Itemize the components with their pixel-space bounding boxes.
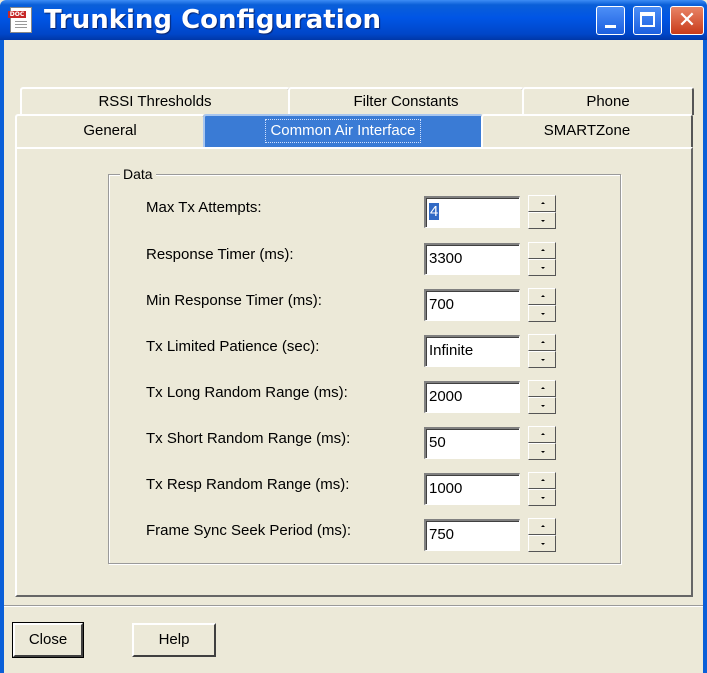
spin-down-button[interactable] [528, 535, 556, 552]
tab-common-air-interface[interactable]: Common Air Interface [203, 114, 483, 148]
field-value: 750 [429, 526, 455, 543]
spin-up-button[interactable] [528, 426, 556, 443]
tab-filter-constants[interactable]: Filter Constants [288, 87, 524, 115]
maximize-button[interactable] [633, 6, 662, 35]
spin-down-button[interactable] [528, 489, 556, 506]
tab-label: Common Air Interface [265, 119, 421, 143]
field-label-max-tx-attempts: Max Tx Attempts: [146, 199, 262, 216]
frame-sync-seek-period-spinner[interactable] [528, 518, 556, 552]
field-value: 3300 [429, 250, 463, 267]
close-window-button[interactable]: ✕ [670, 6, 704, 35]
spin-up-button[interactable] [528, 334, 556, 351]
title-bar[interactable]: DOC Trunking Configuration ✕ [0, 0, 707, 40]
arrow-up-icon [541, 479, 545, 481]
response-timer-input[interactable]: 3300 [424, 243, 520, 275]
tab-label: Phone [586, 93, 630, 110]
frame-sync-seek-period-input[interactable]: 750 [424, 519, 520, 551]
tab-label: RSSI Thresholds [98, 93, 212, 110]
max-tx-attempts-input[interactable]: 4 [424, 196, 520, 228]
trunking-configuration-window: DOC Trunking Configuration ✕ RSSI Thresh… [0, 0, 707, 673]
arrow-up-icon [541, 295, 545, 297]
tab-label: SMARTZone [543, 122, 631, 139]
minimize-button[interactable] [596, 6, 625, 35]
spin-up-button[interactable] [528, 288, 556, 305]
response-timer-spinner[interactable] [528, 242, 556, 276]
field-label-tx-resp-random-range: Tx Resp Random Range (ms): [146, 476, 350, 493]
groupbox-title: Data [120, 166, 156, 182]
minimize-icon [605, 25, 616, 28]
arrow-up-icon [541, 249, 545, 251]
window-frame-right [703, 40, 707, 673]
arrow-down-icon [541, 220, 545, 222]
spin-down-button[interactable] [528, 305, 556, 322]
arrow-up-icon [541, 525, 545, 527]
doc-icon-lines [15, 21, 27, 30]
tx-short-random-range-spinner[interactable] [528, 426, 556, 460]
arrow-down-icon [541, 405, 545, 407]
max-tx-attempts-spinner[interactable] [528, 195, 556, 229]
field-value: 2000 [429, 388, 463, 405]
field-label-tx-long-random-range: Tx Long Random Range (ms): [146, 384, 348, 401]
field-value: 4 [429, 203, 440, 220]
tab-smartzone[interactable]: SMARTZone [481, 114, 693, 148]
doc-icon-tag: DOC [8, 11, 26, 18]
close-icon: ✕ [677, 8, 697, 33]
field-label-tx-short-random-range: Tx Short Random Range (ms): [146, 430, 351, 447]
window-frame-left [0, 40, 4, 673]
arrow-down-icon [541, 267, 545, 269]
arrow-down-icon [541, 543, 545, 545]
field-label-tx-limited-patience: Tx Limited Patience (sec): [146, 338, 320, 355]
field-label-response-timer: Response Timer (ms): [146, 246, 294, 263]
arrow-up-icon [541, 387, 545, 389]
spin-up-button[interactable] [528, 195, 556, 212]
tx-limited-patience-spinner[interactable] [528, 334, 556, 368]
min-response-timer-spinner[interactable] [528, 288, 556, 322]
tx-limited-patience-input[interactable]: Infinite [424, 335, 520, 367]
spin-up-button[interactable] [528, 472, 556, 489]
min-response-timer-input[interactable]: 700 [424, 289, 520, 321]
field-value: 1000 [429, 480, 463, 497]
close-button[interactable]: Close [12, 622, 84, 658]
help-button[interactable]: Help [132, 623, 216, 657]
tx-long-random-range-input[interactable]: 2000 [424, 381, 520, 413]
tab-general[interactable]: General [15, 114, 205, 148]
spin-up-button[interactable] [528, 242, 556, 259]
bottom-separator [4, 605, 703, 607]
tab-label: Filter Constants [353, 93, 459, 110]
spin-down-button[interactable] [528, 351, 556, 368]
tab-rssi-thresholds[interactable]: RSSI Thresholds [20, 87, 290, 115]
spin-down-button[interactable] [528, 443, 556, 460]
arrow-down-icon [541, 451, 545, 453]
spin-down-button[interactable] [528, 259, 556, 276]
arrow-down-icon [541, 497, 545, 499]
tx-resp-random-range-spinner[interactable] [528, 472, 556, 506]
spin-up-button[interactable] [528, 518, 556, 535]
field-value: Infinite [429, 342, 474, 359]
tab-label: General [83, 122, 137, 139]
arrow-up-icon [541, 433, 545, 435]
tx-short-random-range-input[interactable]: 50 [424, 427, 520, 459]
window-title: Trunking Configuration [44, 5, 382, 35]
maximize-icon [640, 12, 655, 27]
spin-up-button[interactable] [528, 380, 556, 397]
doc-icon: DOC [8, 7, 32, 33]
tx-long-random-range-spinner[interactable] [528, 380, 556, 414]
arrow-down-icon [541, 359, 545, 361]
tab-phone[interactable]: Phone [522, 87, 694, 115]
field-value: 700 [429, 296, 455, 313]
arrow-up-icon [541, 202, 545, 204]
field-label-frame-sync-seek-period: Frame Sync Seek Period (ms): [146, 522, 352, 539]
field-label-min-response-timer: Min Response Timer (ms): [146, 292, 322, 309]
arrow-up-icon [541, 341, 545, 343]
spin-down-button[interactable] [528, 397, 556, 414]
field-value: 50 [429, 434, 446, 451]
spin-down-button[interactable] [528, 212, 556, 229]
tx-resp-random-range-input[interactable]: 1000 [424, 473, 520, 505]
arrow-down-icon [541, 313, 545, 315]
